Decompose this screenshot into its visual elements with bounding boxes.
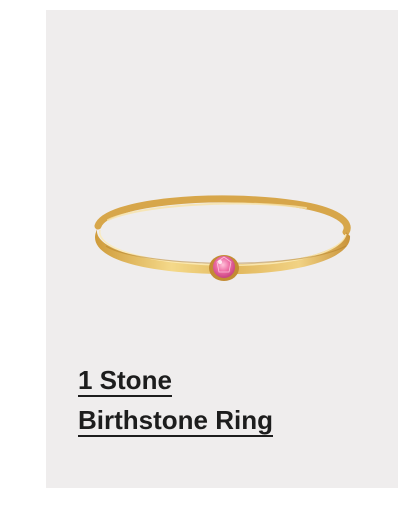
pink-stone-icon [213,256,235,278]
product-title-link[interactable]: 1 Stone Birthstone Ring [78,362,378,442]
stone-sparkle [218,260,222,264]
product-title-line-2[interactable]: Birthstone Ring [78,406,273,437]
ring-product-image[interactable] [46,10,398,390]
product-card[interactable]: 1 Stone Birthstone Ring [46,10,398,488]
product-title-line-1[interactable]: 1 Stone [78,366,172,397]
